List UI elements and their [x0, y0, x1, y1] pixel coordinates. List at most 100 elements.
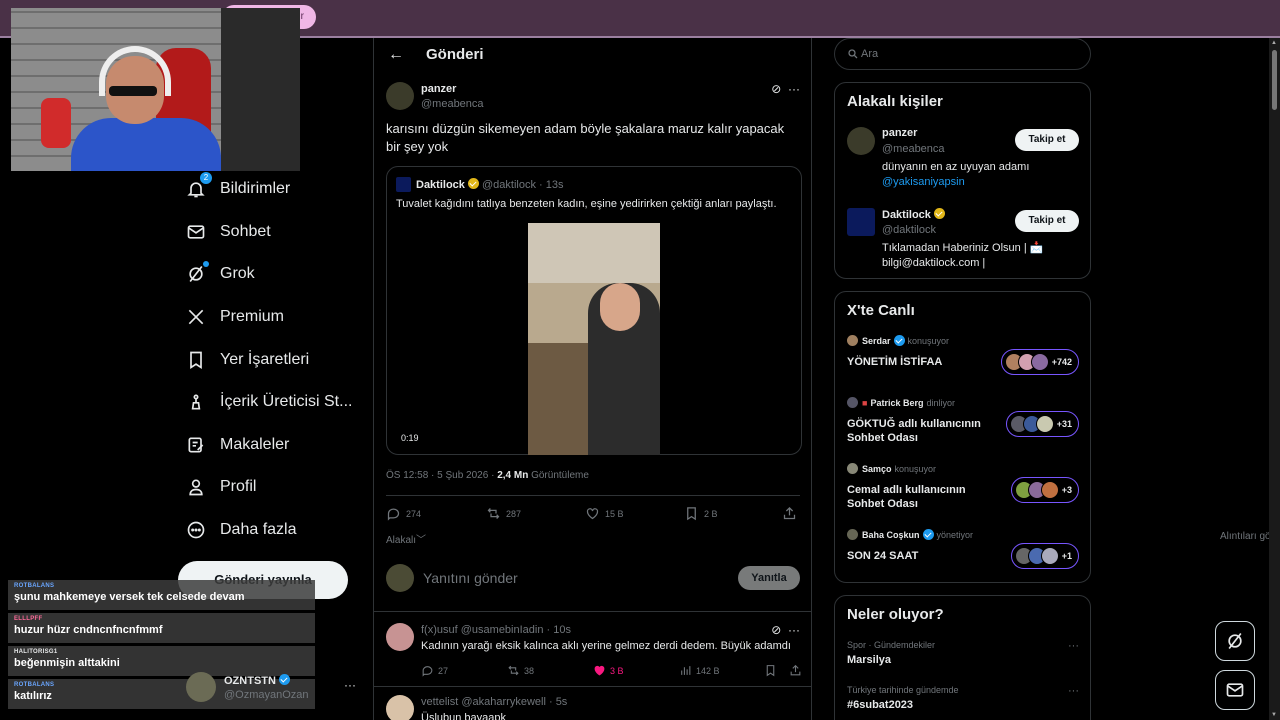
nav-bookmarks[interactable]: Yer İşaretleri	[186, 338, 366, 381]
grok-icon[interactable]: ⊘	[771, 623, 781, 637]
views-chart-icon	[681, 666, 691, 675]
avatar[interactable]	[847, 208, 875, 236]
avatar[interactable]	[847, 127, 875, 155]
more-icon[interactable]: ···	[1068, 640, 1079, 652]
repost-button[interactable]: 38	[507, 664, 534, 677]
trend-item[interactable]: Türkiye tarihinde gündemde #6subat2023 ·…	[847, 685, 1079, 711]
avatar[interactable]	[386, 623, 414, 651]
bookmark-count: 2 B	[704, 508, 718, 519]
avatar[interactable]	[386, 695, 414, 720]
grok-icon	[186, 261, 209, 284]
bio-link[interactable]: @yakisaniyapsin	[882, 176, 965, 188]
reply-post[interactable]: f(x)usuf @usamebinIadin · 10s ⊘ ··· Kadı…	[386, 623, 801, 681]
post-author-handle[interactable]: @meabenca	[421, 98, 484, 110]
nav-creator-studio[interactable]: İçerik Üreticisi St...	[186, 381, 366, 424]
bookmark-button[interactable]: 2 B	[684, 506, 718, 521]
space-item[interactable]: Samço konuşuyor Cemal adlı kullanıcının S…	[847, 463, 1079, 518]
listener-count: +742	[1051, 357, 1072, 367]
nav-more[interactable]: Daha fazla	[186, 509, 366, 552]
nav-premium[interactable]: Premium	[186, 296, 366, 339]
avatar[interactable]	[386, 82, 414, 110]
nav-articles[interactable]: Makaleler	[186, 424, 366, 467]
mail-icon	[1226, 683, 1244, 697]
account-switcher[interactable]: OZNTSTN @OzmayanOzan ···	[186, 672, 366, 704]
quoted-post[interactable]: Daktilock @daktilock · 13s Tuvalet kağıd…	[386, 166, 802, 455]
like-button[interactable]: 15 B	[585, 506, 624, 521]
chat-user: HALITORISG1	[14, 649, 58, 655]
reply-author-name[interactable]: vettelist	[421, 696, 458, 708]
follow-button[interactable]: Takip et	[1015, 210, 1079, 232]
more-icon[interactable]: ···	[788, 82, 800, 96]
person-name[interactable]: Daktilock	[882, 209, 931, 221]
more-icon[interactable]: ···	[344, 678, 356, 692]
views-count: 2,4 Mn	[497, 470, 529, 481]
reply-button[interactable]: 27	[421, 664, 448, 677]
space-item[interactable]: Serdar konuşuyor YÖNETİM İSTİFAA +742	[847, 335, 1079, 385]
space-listeners[interactable]: +3	[1010, 477, 1079, 503]
scrollbar-thumb[interactable]	[1272, 50, 1277, 110]
follow-button[interactable]: Takip et	[1015, 129, 1079, 151]
listener-count: +3	[1061, 485, 1072, 495]
nav-notifications[interactable]: 2 Bildirimler	[186, 168, 366, 211]
nav-profile[interactable]: Profil	[186, 466, 366, 509]
share-button[interactable]	[789, 664, 806, 677]
space-listeners[interactable]: +31	[1005, 411, 1079, 437]
like-button[interactable]: 3 B	[593, 664, 624, 677]
messages-fab[interactable]	[1215, 670, 1255, 710]
listener-count: +31	[1056, 419, 1072, 429]
scroll-down-icon[interactable]: ▼	[1271, 712, 1277, 718]
views-count: 142 B	[696, 665, 720, 676]
scroll-up-icon[interactable]: ▲	[1271, 40, 1277, 46]
share-button[interactable]	[782, 506, 802, 521]
search-input[interactable]: Ara	[861, 48, 878, 60]
bell-icon: 2	[186, 172, 212, 199]
verified-badge-icon	[467, 178, 479, 189]
video-player[interactable]	[528, 223, 660, 455]
space-listeners[interactable]: +742	[1000, 349, 1079, 375]
repost-icon	[487, 508, 500, 519]
heart-icon	[586, 508, 599, 520]
reply-post[interactable]: vettelist @akaharrykewell · 5s Üslubun b…	[386, 695, 800, 720]
more-icon[interactable]: ···	[1068, 685, 1079, 697]
listener-count: +1	[1061, 551, 1072, 561]
share-icon	[790, 664, 801, 676]
arrow-left-icon[interactable]: ←	[388, 46, 404, 64]
reply-icon	[387, 508, 400, 521]
space-activity: konuşuyor	[907, 335, 950, 346]
reply-submit-button[interactable]: Yanıtla	[738, 566, 800, 590]
person-item[interactable]: Daktilock @daktilock Tıklamadan Haberini…	[847, 208, 1079, 269]
more-icon[interactable]: ···	[788, 623, 800, 637]
reply-author-name[interactable]: f(x)usuf	[421, 624, 458, 636]
main-post: panzer @meabenca ⊘ ··· karısını düzgün s…	[386, 80, 800, 160]
nav-grok[interactable]: Grok	[186, 253, 366, 296]
trend-item[interactable]: Spor · Gündemdekiler Marsilya ···	[847, 640, 1079, 666]
chat-user: ROTBALANS	[14, 583, 55, 589]
views-button[interactable]: 142 B	[679, 664, 720, 677]
grok-icon[interactable]: ⊘	[771, 82, 781, 96]
space-item[interactable]: ■ Patrick Berg dinliyor GÖKTUĞ adlı kullan…	[847, 397, 1079, 452]
bookmark-button[interactable]	[764, 664, 781, 677]
person-item[interactable]: panzer @meabenca dünyanın en az uyuyan a…	[847, 127, 1079, 197]
post-text: karısını düzgün sikemeyen adam böyle şak…	[386, 121, 785, 154]
reply-time: 10s	[553, 624, 572, 636]
person-icon	[186, 477, 206, 497]
post-timestamp[interactable]: ÖS 12:58 · 5 Şub 2026 ·	[386, 470, 497, 481]
post-author-name[interactable]: panzer	[421, 83, 456, 95]
card-title: Neler oluyor?	[847, 606, 944, 623]
nav-chat[interactable]: Sohbet	[186, 211, 366, 254]
space-item[interactable]: Baha Coşkun yönetiyor SON 24 SAAT +1	[847, 529, 1079, 574]
heart-filled-icon	[594, 665, 605, 676]
repost-button[interactable]: 287	[486, 506, 521, 521]
trend-topic: Marsilya	[847, 654, 892, 666]
space-listeners[interactable]: +1	[1010, 543, 1079, 569]
sort-dropdown[interactable]: Alakalı﹀	[386, 535, 426, 546]
page-title: Gönderi	[426, 46, 484, 63]
verified-badge-icon	[922, 529, 934, 540]
reply-input[interactable]: Yanıtını gönder	[423, 570, 518, 586]
grok-fab[interactable]	[1215, 621, 1255, 661]
search-box[interactable]: Ara	[834, 38, 1091, 70]
reply-button[interactable]: 274	[386, 506, 421, 521]
person-name[interactable]: panzer	[882, 127, 917, 139]
avatar	[186, 672, 216, 702]
page-scrollbar[interactable]: ▲ ▼	[1269, 38, 1280, 720]
